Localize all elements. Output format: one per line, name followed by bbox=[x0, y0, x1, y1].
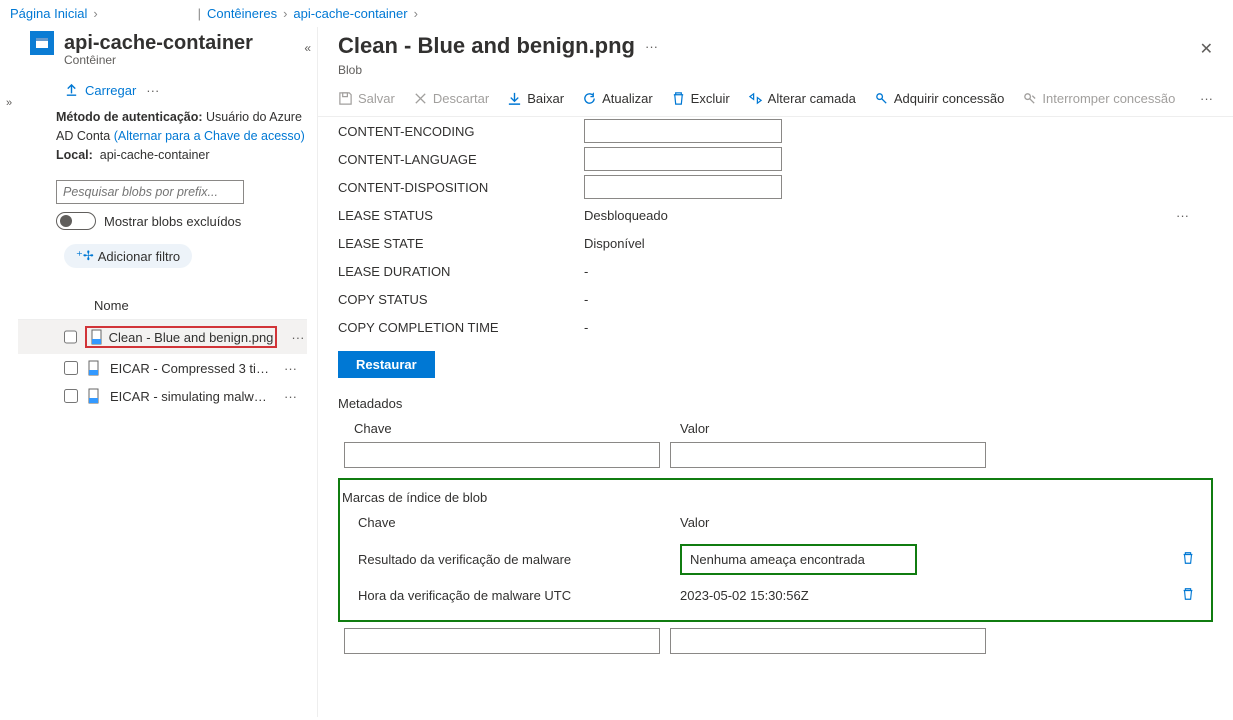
row-checkbox[interactable] bbox=[64, 330, 77, 344]
tag-key: Hora da verificação de malware UTC bbox=[358, 588, 680, 603]
tag-row: Hora da verificação de malware UTC 2023-… bbox=[340, 581, 1199, 610]
tag-key-input[interactable] bbox=[344, 628, 660, 654]
file-name: EICAR - simulating malware... bbox=[110, 389, 270, 404]
change-tier-button[interactable]: Alterar camada bbox=[748, 91, 856, 106]
prop-value: - bbox=[584, 264, 588, 279]
more-icon[interactable]: ··· bbox=[146, 83, 159, 98]
column-header-name[interactable]: Nome bbox=[18, 292, 307, 320]
metadata-key-header: Chave bbox=[354, 421, 670, 436]
content-disposition-input[interactable] bbox=[584, 175, 782, 199]
index-tags-section: Marcas de índice de blob Chave Valor Res… bbox=[338, 478, 1213, 622]
restore-button[interactable]: Restaurar bbox=[338, 351, 435, 378]
add-filter-button[interactable]: ⁺✢ Adicionar filtro bbox=[64, 244, 192, 268]
tag-row: Resultado da verificação de malware Nenh… bbox=[340, 538, 1199, 581]
file-row[interactable]: EICAR - simulating malware... ··· bbox=[18, 382, 307, 410]
breadcrumb-containers[interactable]: Contêineres bbox=[207, 6, 277, 21]
chevron-right-icon: › bbox=[414, 6, 418, 21]
prop-label: COPY COMPLETION TIME bbox=[338, 320, 584, 335]
row-more-icon[interactable]: ··· bbox=[285, 330, 310, 345]
prop-label: CONTENT-DISPOSITION bbox=[338, 180, 584, 195]
detail-title: Clean - Blue and benign.png bbox=[338, 33, 635, 58]
content-encoding-input[interactable] bbox=[584, 119, 782, 143]
tag-key: Resultado da verificação de malware bbox=[358, 552, 680, 567]
file-icon bbox=[86, 388, 102, 404]
row-checkbox[interactable] bbox=[64, 361, 78, 375]
chevron-right-icon: › bbox=[93, 6, 97, 21]
tags-key-header: Chave bbox=[358, 515, 680, 530]
delete-tag-icon[interactable] bbox=[1181, 551, 1199, 568]
search-blobs-input[interactable] bbox=[56, 180, 244, 204]
file-list: Nome Clean - Blue and benign.png ··· EIC… bbox=[18, 292, 307, 410]
file-row[interactable]: EICAR - Compressed 3 time... ··· bbox=[18, 354, 307, 382]
more-icon[interactable]: ··· bbox=[1176, 208, 1189, 223]
sidebar: api-cache-container Contêiner « Carregar… bbox=[18, 27, 318, 717]
prop-label: LEASE STATE bbox=[338, 236, 584, 251]
refresh-button[interactable]: Atualizar bbox=[582, 91, 653, 106]
container-icon bbox=[30, 31, 54, 55]
row-more-icon[interactable]: ··· bbox=[278, 389, 303, 404]
prop-label: CONTENT-LANGUAGE bbox=[338, 152, 584, 167]
metadata-val-input[interactable] bbox=[670, 442, 986, 468]
prop-label: LEASE STATUS bbox=[338, 208, 584, 223]
break-lease-button[interactable]: Interromper concessão bbox=[1022, 91, 1175, 106]
show-deleted-toggle[interactable] bbox=[56, 212, 96, 230]
tag-val-input[interactable] bbox=[670, 628, 986, 654]
sidebar-subtitle: Contêiner bbox=[18, 53, 307, 67]
file-row[interactable]: Clean - Blue and benign.png ··· bbox=[18, 320, 307, 354]
detail-subtitle: Blob bbox=[318, 63, 1233, 77]
file-name: Clean - Blue and benign.png bbox=[109, 330, 274, 345]
metadata-section-label: Metadados bbox=[338, 396, 1213, 411]
metadata-key-input[interactable] bbox=[344, 442, 660, 468]
switch-auth-link[interactable]: (Alternar para a Chave de acesso) bbox=[114, 129, 305, 143]
file-name: EICAR - Compressed 3 time... bbox=[110, 361, 270, 376]
close-icon[interactable]: ✕ bbox=[1200, 39, 1213, 59]
tags-val-header: Valor bbox=[680, 515, 709, 530]
toolbar-more-icon[interactable]: ··· bbox=[1200, 91, 1213, 106]
breadcrumb: Página Inicial › | Contêineres › api-cac… bbox=[0, 0, 1233, 27]
row-more-icon[interactable]: ··· bbox=[278, 361, 303, 376]
prop-value: Desbloqueado bbox=[584, 208, 668, 223]
toggle-label: Mostrar blobs excluídos bbox=[104, 214, 241, 229]
file-icon bbox=[86, 360, 102, 376]
breadcrumb-container[interactable]: api-cache-container bbox=[293, 6, 407, 21]
auth-info: Método de autenticação: Usuário do Azure… bbox=[18, 108, 307, 174]
tags-section-label: Marcas de índice de blob bbox=[340, 490, 1199, 505]
expand-icon[interactable]: » bbox=[6, 97, 12, 109]
chevron-right-icon: › bbox=[283, 6, 287, 21]
row-checkbox[interactable] bbox=[64, 389, 78, 403]
delete-button[interactable]: Excluir bbox=[671, 91, 730, 106]
acquire-lease-button[interactable]: Adquirir concessão bbox=[874, 91, 1005, 106]
detail-toolbar: Salvar Descartar Baixar Atualizar Exclui… bbox=[318, 77, 1233, 117]
collapse-icon[interactable]: « bbox=[304, 41, 311, 55]
prop-value: - bbox=[584, 292, 588, 307]
file-icon bbox=[89, 329, 105, 345]
discard-button[interactable]: Descartar bbox=[413, 91, 489, 106]
prop-label: CONTENT-ENCODING bbox=[338, 124, 584, 139]
prop-label: COPY STATUS bbox=[338, 292, 584, 307]
detail-more-icon[interactable]: ··· bbox=[645, 39, 658, 54]
download-button[interactable]: Baixar bbox=[507, 91, 564, 106]
prop-value: - bbox=[584, 320, 588, 335]
prop-label: LEASE DURATION bbox=[338, 264, 584, 279]
delete-tag-icon[interactable] bbox=[1181, 587, 1199, 604]
sidebar-title: api-cache-container bbox=[64, 32, 253, 55]
prop-value: Disponível bbox=[584, 236, 645, 251]
detail-panel: Clean - Blue and benign.png ··· Blob ✕ S… bbox=[318, 27, 1233, 717]
expand-panel: » bbox=[0, 27, 18, 717]
content-language-input[interactable] bbox=[584, 147, 782, 171]
save-button[interactable]: Salvar bbox=[338, 91, 395, 106]
metadata-val-header: Valor bbox=[680, 421, 709, 436]
upload-button[interactable]: Carregar bbox=[64, 83, 136, 98]
tag-value: Nenhuma ameaça encontrada bbox=[680, 544, 917, 575]
tag-value: 2023-05-02 15:30:56Z bbox=[680, 588, 1181, 603]
breadcrumb-home[interactable]: Página Inicial bbox=[10, 6, 87, 21]
